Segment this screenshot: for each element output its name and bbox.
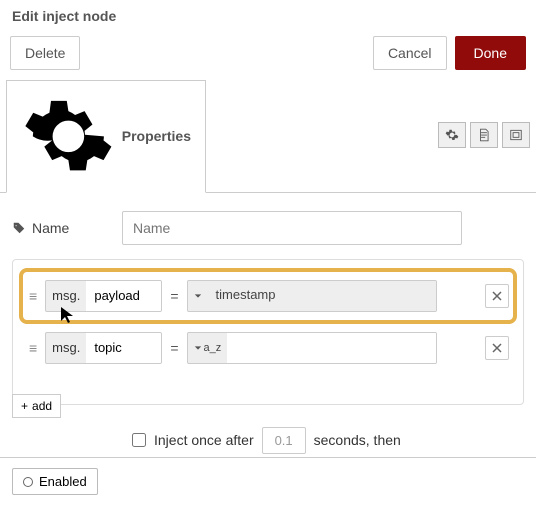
dialog-title: Edit inject node — [12, 8, 524, 24]
settings-icon-button[interactable] — [438, 122, 466, 148]
rules-container: ≡ msg. = timestamp ≡ msg. = — [12, 259, 524, 405]
msg-key-field[interactable]: msg. — [45, 332, 162, 364]
remove-rule-button[interactable] — [485, 336, 509, 360]
docs-icon-button[interactable] — [470, 122, 498, 148]
value-field[interactable]: a_z — [187, 332, 437, 364]
remove-rule-button[interactable] — [485, 284, 509, 308]
inject-delay-input[interactable] — [262, 427, 306, 454]
circle-icon — [23, 477, 33, 487]
gear-icon — [445, 128, 459, 142]
close-icon — [492, 291, 502, 301]
value-field[interactable]: timestamp — [187, 280, 437, 312]
drag-handle-icon[interactable]: ≡ — [27, 288, 39, 304]
plus-icon: + — [21, 399, 28, 413]
inject-once-label-before: Inject once after — [154, 432, 254, 448]
layout-icon — [509, 128, 523, 142]
enabled-toggle[interactable]: Enabled — [12, 468, 98, 495]
name-input[interactable] — [122, 211, 462, 245]
caret-down-icon — [194, 344, 202, 352]
tab-properties-label: Properties — [122, 128, 191, 144]
tag-icon — [12, 221, 26, 235]
msg-key-input[interactable] — [86, 281, 161, 311]
inject-once-label-after: seconds, then — [314, 432, 401, 448]
add-rule-button[interactable]: +add — [12, 394, 61, 418]
name-label: Name — [12, 220, 112, 236]
type-dropdown[interactable]: a_z — [188, 333, 228, 363]
done-button[interactable]: Done — [455, 36, 526, 70]
msg-key-field[interactable]: msg. — [45, 280, 162, 312]
msg-key-input[interactable] — [86, 333, 161, 363]
tab-properties[interactable]: Properties — [6, 80, 206, 193]
drag-handle-icon[interactable]: ≡ — [27, 340, 39, 356]
delete-button[interactable]: Delete — [10, 36, 80, 70]
gear-icon — [21, 89, 116, 184]
caret-down-icon — [194, 292, 202, 300]
cancel-button[interactable]: Cancel — [373, 36, 447, 70]
inject-once-checkbox[interactable] — [132, 433, 146, 447]
value-input[interactable] — [227, 333, 435, 363]
rule-row: ≡ msg. = timestamp — [21, 270, 515, 322]
rule-row: ≡ msg. = a_z — [21, 322, 515, 374]
appearance-icon-button[interactable] — [502, 122, 530, 148]
value-display: timestamp — [208, 281, 436, 311]
close-icon — [492, 343, 502, 353]
document-icon — [477, 128, 491, 142]
type-dropdown[interactable] — [188, 281, 208, 311]
